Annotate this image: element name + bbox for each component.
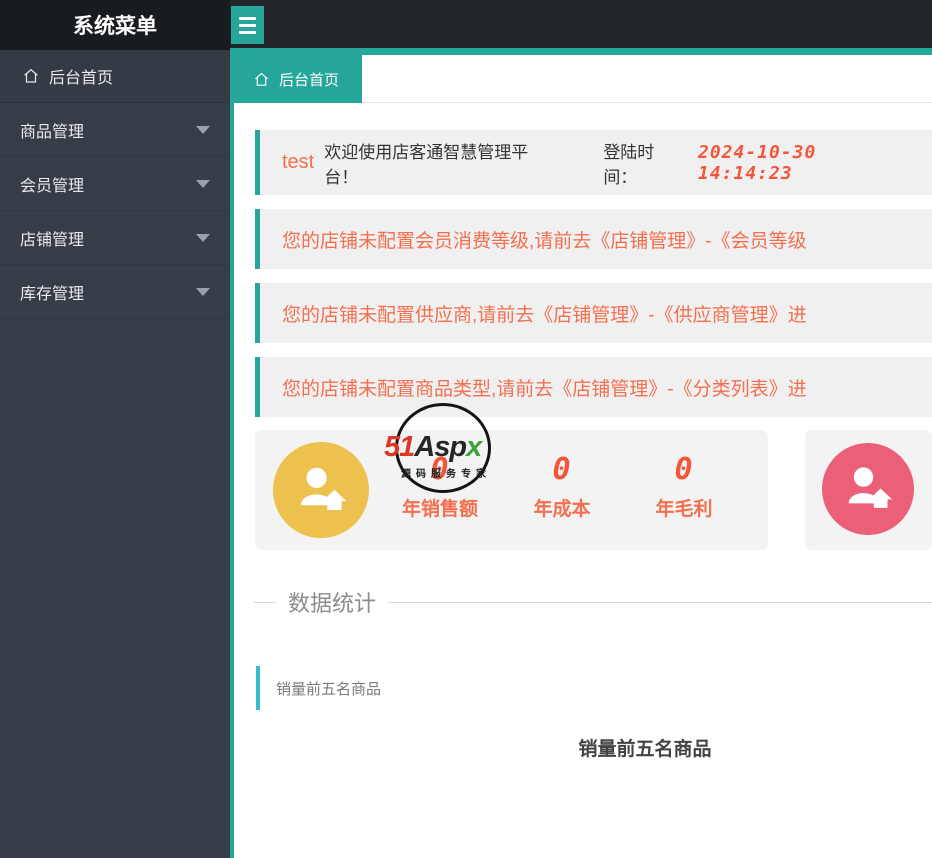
panel-header-top5: 销量前五名商品 [256, 666, 932, 710]
alert-supplier: 您的店铺未配置供应商,请前去《店铺管理》-《供应商管理》进 [255, 283, 932, 343]
chart-title: 销量前五名商品 [578, 739, 712, 760]
stat-columns: 0 年销售额 0 年成本 0 年毛利 [379, 430, 745, 550]
stat-value: 0 [674, 452, 694, 487]
stat-card-secondary [805, 430, 932, 550]
hamburger-icon [239, 16, 256, 20]
caret-down-icon [196, 179, 210, 188]
alert-member-level: 您的店铺未配置会员消费等级,请前去《店铺管理》-《会员等级 [255, 209, 932, 269]
stat-year-profit: 0 年毛利 [623, 430, 745, 550]
user-arrow-icon [849, 467, 893, 509]
stat-label: 年毛利 [655, 499, 713, 520]
sidebar-item-label: 后台首页 [49, 70, 114, 87]
home-icon [255, 72, 268, 86]
stat-label: 年销售额 [401, 499, 478, 520]
sidebar: 系统菜单 后台首页 商品管理 会员管理 店铺管理 库存管理 [0, 0, 230, 858]
tab-label: 后台首页 [278, 71, 339, 89]
sidebar-item-label: 库存管理 [20, 285, 85, 303]
main-area: 后台首页 test 欢迎使用店客通智慧管理平台！ 登陆时间： 2024-10-3… [230, 0, 932, 858]
caret-down-icon [196, 287, 210, 296]
stats-row: 0 年销售额 0 年成本 0 年毛利 [255, 430, 932, 550]
caret-down-icon [196, 233, 210, 242]
sidebar-item-label: 会员管理 [20, 177, 85, 195]
alert-text: 您的店铺未配置供应商,请前去《店铺管理》-《供应商管理》进 [282, 304, 807, 326]
sidebar-toggle-button[interactable] [231, 6, 264, 44]
alert-text: 您的店铺未配置会员消费等级,请前去《店铺管理》-《会员等级 [282, 230, 807, 252]
topbar [230, 0, 932, 48]
divider-line [254, 601, 276, 603]
app-window: 系统菜单 后台首页 商品管理 会员管理 店铺管理 库存管理 后台首页 test … [0, 0, 932, 858]
stat-value: 0 [430, 452, 450, 487]
stat-value: 0 [552, 452, 572, 487]
tab-home[interactable]: 后台首页 [230, 55, 362, 103]
sidebar-title: 系统菜单 [0, 0, 230, 50]
avatar-circle-pink [822, 443, 914, 535]
sidebar-item-label: 商品管理 [20, 123, 85, 141]
alert-category: 您的店铺未配置商品类型,请前去《店铺管理》-《分类列表》进 [255, 357, 932, 417]
sidebar-item-home[interactable]: 后台首页 [0, 50, 230, 103]
panel-header-label: 销量前五名商品 [276, 680, 382, 698]
topbar-accent-line [230, 48, 932, 55]
login-time-value: 2024-10-30 14:14:23 [697, 141, 817, 184]
avatar-circle-yellow [273, 442, 369, 538]
stat-year-cost: 0 年成本 [501, 430, 623, 550]
user-arrow-icon [301, 467, 347, 511]
home-icon [24, 68, 38, 83]
top5-chart: 销量前五名商品 [230, 734, 932, 761]
sidebar-item-store[interactable]: 店铺管理 [0, 211, 230, 265]
content-scroll[interactable]: test 欢迎使用店客通智慧管理平台！ 登陆时间： 2024-10-30 14:… [230, 103, 932, 858]
sidebar-item-products[interactable]: 商品管理 [0, 103, 230, 157]
section-divider: 数据统计 [230, 587, 932, 617]
welcome-banner: test 欢迎使用店客通智慧管理平台！ 登陆时间： 2024-10-30 14:… [255, 130, 932, 195]
sidebar-item-members[interactable]: 会员管理 [0, 157, 230, 211]
stat-label: 年成本 [533, 499, 591, 520]
tab-bar: 后台首页 [230, 55, 932, 103]
stat-card-yearly: 0 年销售额 0 年成本 0 年毛利 [255, 430, 768, 550]
divider-line [388, 601, 932, 603]
sidebar-item-inventory[interactable]: 库存管理 [0, 265, 230, 319]
login-time-label: 登陆时间： [603, 142, 655, 187]
section-title: 数据统计 [288, 591, 377, 616]
content-left-accent [230, 48, 234, 858]
username: test [282, 151, 315, 173]
welcome-message: 欢迎使用店客通智慧管理平台！ [324, 142, 529, 187]
stat-year-sales: 0 年销售额 [379, 430, 501, 550]
alert-text: 您的店铺未配置商品类型,请前去《店铺管理》-《分类列表》进 [282, 378, 807, 400]
sidebar-item-label: 店铺管理 [20, 231, 85, 249]
caret-down-icon [196, 125, 210, 134]
